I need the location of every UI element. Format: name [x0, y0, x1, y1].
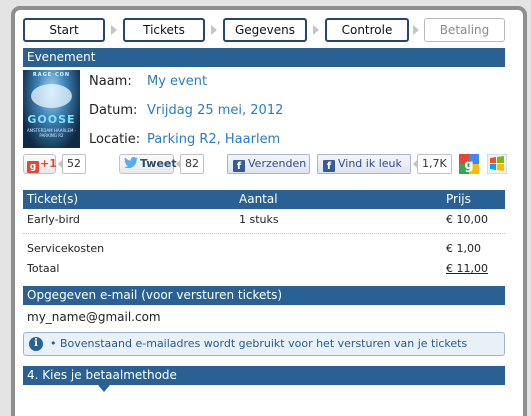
email-info-text: • Bovenstaand e-mailadres wordt gebruikt…: [50, 337, 468, 350]
step-arrow-icon: [313, 25, 319, 35]
email-info-box: i • Bovenstaand e-mailadres wordt gebrui…: [23, 332, 505, 356]
google-plus-button[interactable]: g +1: [23, 154, 57, 174]
windows-live-icon[interactable]: [486, 153, 508, 175]
col-ticket: Ticket(s): [27, 192, 79, 206]
payment-section-header: 4. Kies je betaalmethode: [23, 366, 505, 385]
facebook-like-button[interactable]: f Vind ik leuk: [317, 154, 411, 174]
ticket-price: € 10,00: [446, 213, 488, 226]
google-plus-label: +1: [40, 157, 57, 170]
step-betaling: Betaling: [424, 18, 505, 42]
step-arrow-icon: [211, 25, 217, 35]
order-widget: Start Tickets Gegevens Controle Betaling…: [11, 6, 527, 416]
table-row: Early-bird 1 stuks € 10,00: [23, 209, 505, 229]
divider: [23, 233, 505, 234]
event-date-row: Datum: Vrijdag 25 mei, 2012: [89, 103, 283, 119]
service-label: Servicekosten: [27, 242, 105, 255]
facebook-like-count: 1,7K: [413, 154, 452, 174]
step-controle[interactable]: Controle: [325, 18, 409, 42]
email-value: my_name@gmail.com: [27, 310, 161, 324]
payment-section: 4. Kies je betaalmethode: [23, 366, 505, 392]
step-arrow-icon: [111, 25, 117, 35]
email-section-header: Opgegeven e-mail (voor versturen tickets…: [23, 286, 505, 305]
service-price: € 1,00: [446, 242, 481, 255]
info-icon: i: [29, 337, 43, 351]
facebook-like-label: Vind ik leuk: [338, 157, 402, 170]
table-row: Servicekosten € 1,00: [23, 238, 505, 258]
step-arrow-icon: [413, 25, 419, 35]
total-price: € 11,00: [446, 262, 488, 275]
tweet-label: Tweet: [140, 157, 177, 170]
svg-text:g: g: [464, 158, 473, 173]
event-location-label: Locatie:: [89, 132, 141, 147]
event-date-value: Vrijdag 25 mei, 2012: [147, 103, 284, 118]
tickets-table: Ticket(s) Aantal Prijs Early-bird 1 stuk…: [23, 190, 505, 278]
tickets-table-header: Ticket(s) Aantal Prijs: [23, 190, 505, 209]
event-name-row: Naam: My event: [89, 74, 207, 90]
event-date-label: Datum:: [89, 103, 138, 118]
email-section: Opgegeven e-mail (voor versturen tickets…: [23, 286, 505, 356]
poster-logo: GOOSE: [27, 113, 76, 126]
total-label: Totaal: [27, 262, 60, 275]
widget-content: Start Tickets Gegevens Controle Betaling…: [23, 18, 508, 392]
tweet-button[interactable]: Tweet: [119, 154, 177, 174]
step-gegevens[interactable]: Gegevens: [223, 18, 307, 42]
facebook-send-button[interactable]: f Verzenden: [227, 154, 310, 174]
twitter-bird-icon: [124, 157, 138, 169]
event-poster-image[interactable]: RAGE·CON GOOSE AMSTERDAM HAARLEM · PARKI…: [23, 70, 80, 148]
social-share-bar: g +1 52 Tweet 82 f Verzenden f Vind ik leuk…: [23, 153, 508, 177]
facebook-icon: f: [323, 160, 335, 172]
section-pointer-icon: [98, 385, 110, 392]
step-tickets[interactable]: Tickets: [123, 18, 205, 42]
facebook-icon: f: [233, 160, 245, 172]
event-location-row: Locatie: Parking R2, Haarlem: [89, 132, 280, 148]
poster-subtitle: AMSTERDAM HAARLEM · PARKING R2: [26, 128, 77, 138]
google-plus-icon: g: [27, 161, 39, 173]
progress-steps: Start Tickets Gegevens Controle Betaling: [23, 18, 505, 42]
facebook-send-label: Verzenden: [248, 157, 307, 170]
ticket-amount: 1 stuks: [239, 213, 279, 226]
col-price: Prijs: [446, 192, 471, 206]
poster-glow: [31, 84, 72, 108]
google-plus-count: 52: [58, 154, 86, 174]
step-start[interactable]: Start: [23, 18, 105, 42]
event-section-header: Evenement: [23, 48, 505, 67]
event-details: RAGE·CON GOOSE AMSTERDAM HAARLEM · PARKI…: [23, 70, 505, 148]
col-amount: Aantal: [239, 192, 278, 206]
poster-title: RAGE·CON: [32, 72, 71, 78]
event-name-label: Naam:: [89, 74, 132, 89]
table-row: Totaal € 11,00: [23, 258, 505, 278]
event-location-value[interactable]: Parking R2, Haarlem: [147, 132, 280, 147]
tweet-count: 82: [176, 154, 204, 174]
ticket-name: Early-bird: [27, 213, 80, 226]
google-icon[interactable]: g: [459, 154, 479, 174]
event-name-value[interactable]: My event: [147, 74, 207, 89]
